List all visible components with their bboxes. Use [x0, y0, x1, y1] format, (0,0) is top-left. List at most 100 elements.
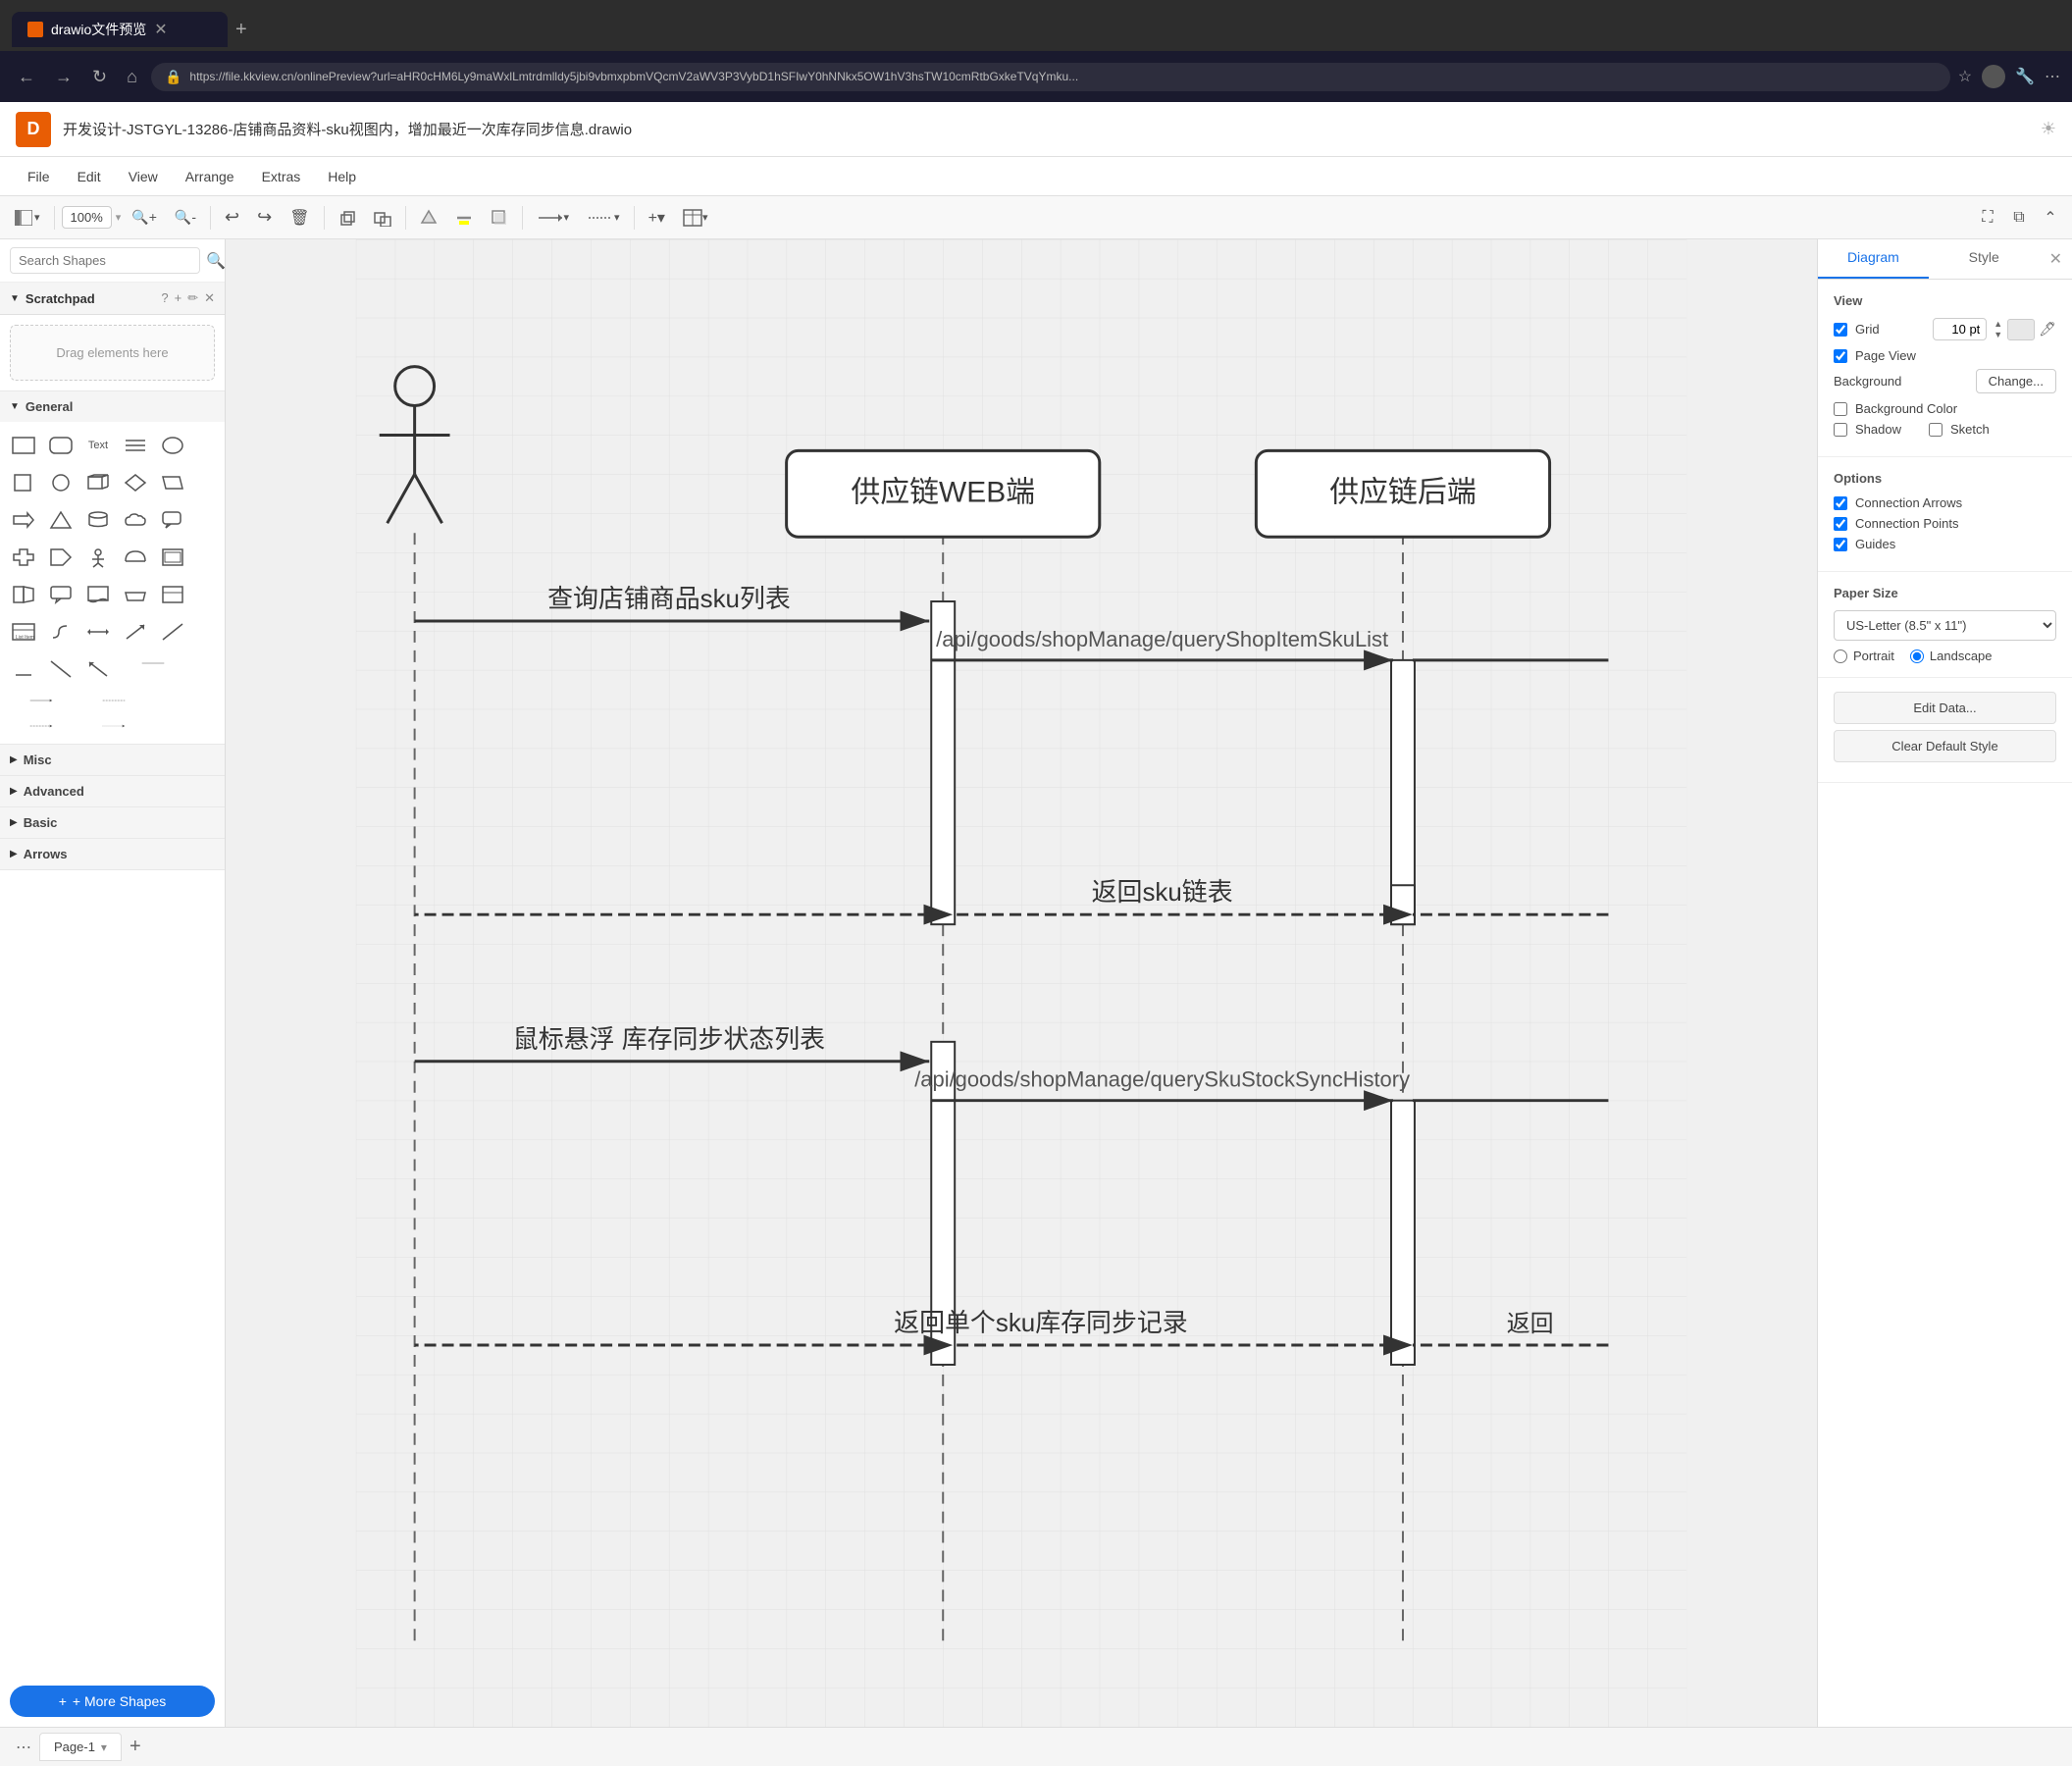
zoom-out-btn[interactable]: 🔍- [168, 204, 203, 231]
shape-lines[interactable] [118, 428, 153, 463]
advanced-header[interactable]: ▶ Advanced [0, 776, 225, 806]
shape-line-diag1[interactable] [155, 614, 190, 649]
scratchpad-close-icon[interactable]: ✕ [204, 290, 215, 306]
page-view-checkbox[interactable] [1834, 349, 1847, 363]
add-page-btn[interactable]: + [122, 1732, 149, 1762]
shape-frame[interactable] [155, 540, 190, 575]
shape-square[interactable] [6, 465, 41, 500]
page-more-btn[interactable]: ⋯ [8, 1734, 39, 1761]
paper-size-select[interactable]: US-Letter (8.5" x 11") [1834, 610, 2056, 641]
menu-help[interactable]: Help [316, 165, 368, 188]
edit-data-btn[interactable]: Edit Data... [1834, 692, 2056, 724]
delete-btn[interactable]: 🗑 [283, 203, 316, 233]
shape-line-diag2[interactable] [43, 651, 78, 687]
shape-square-notch[interactable] [43, 540, 78, 575]
shape-arrow-both[interactable] [80, 614, 116, 649]
shape-line-short[interactable] [6, 651, 41, 687]
misc-header[interactable]: ▶ Misc [0, 745, 225, 775]
shape-rectangle[interactable] [6, 428, 41, 463]
shape-cylinder[interactable] [80, 502, 116, 538]
profile-icon[interactable] [1982, 65, 2005, 88]
shape-conn-dot[interactable] [78, 714, 149, 738]
menu-edit[interactable]: Edit [66, 165, 113, 188]
basic-header[interactable]: ▶ Basic [0, 807, 225, 838]
menu-view[interactable]: View [117, 165, 170, 188]
bg-color-checkbox[interactable] [1834, 402, 1847, 416]
more-shapes-btn[interactable]: + + More Shapes [10, 1686, 215, 1717]
landscape-radio[interactable] [1910, 649, 1924, 663]
shape-conn-dash-arrow[interactable] [6, 714, 77, 738]
new-tab-btn[interactable]: + [235, 19, 247, 41]
menu-icon[interactable]: ⋯ [2045, 67, 2060, 86]
shape-conn-solid[interactable] [118, 651, 188, 675]
landscape-opt[interactable]: Landscape [1910, 649, 1993, 663]
shape-diamond[interactable] [118, 465, 153, 500]
grid-up-btn[interactable]: ▲ [1993, 319, 2003, 330]
arrows-header[interactable]: ▶ Arrows [0, 839, 225, 869]
star-icon[interactable]: ☆ [1958, 67, 1972, 86]
shape-list-item[interactable]: List Item [6, 614, 41, 649]
page-tab[interactable]: Page-1 ▾ [39, 1733, 122, 1761]
redo-btn[interactable]: ↪ [250, 202, 279, 233]
insert-btn[interactable]: +▾ [642, 203, 672, 233]
shape-arrow-up-left[interactable] [80, 651, 116, 687]
shape-right-arrow[interactable] [6, 502, 41, 538]
forward-btn[interactable]: → [49, 63, 78, 91]
shape-ellipse[interactable] [155, 428, 190, 463]
home-btn[interactable]: ⌂ [121, 63, 143, 91]
scratchpad-add-icon[interactable]: + [175, 290, 182, 306]
portrait-radio[interactable] [1834, 649, 1847, 663]
shape-triangle[interactable] [43, 502, 78, 538]
fullscreen-btn[interactable]: ⧉ [2005, 204, 2033, 232]
connection-arrows-checkbox[interactable] [1834, 496, 1847, 510]
refresh-btn[interactable]: ↻ [86, 63, 113, 91]
shape-box3d[interactable] [80, 465, 116, 500]
search-input[interactable] [10, 247, 200, 274]
shape-person[interactable] [80, 540, 116, 575]
shape-s-curve[interactable] [43, 614, 78, 649]
undo-btn[interactable]: ↩ [218, 202, 246, 233]
fill-btn[interactable] [413, 204, 444, 232]
connection-style-btn[interactable]: ▾ [530, 204, 577, 232]
to-back-btn[interactable] [367, 204, 398, 232]
guides-checkbox[interactable] [1834, 538, 1847, 551]
menu-file[interactable]: File [16, 165, 62, 188]
table-btn[interactable]: ▾ [676, 204, 715, 232]
shape-book[interactable] [6, 577, 41, 612]
active-tab[interactable]: drawio文件预览 ✕ [12, 12, 228, 47]
line-color-btn[interactable] [448, 204, 480, 232]
grid-checkbox[interactable] [1834, 323, 1847, 337]
scratchpad-edit-icon[interactable]: ✏ [187, 290, 198, 306]
general-header[interactable]: ▼ General [0, 391, 225, 422]
waypoint-btn[interactable]: ▾ [580, 204, 627, 232]
collapse-btn[interactable]: ⌃ [2037, 203, 2064, 233]
shape-text[interactable]: Text [80, 428, 116, 463]
shape-conn-arrow[interactable] [6, 689, 77, 712]
shape-cloud[interactable] [118, 502, 153, 538]
search-btn[interactable]: 🔍 [206, 251, 226, 271]
shape-trapezoid[interactable] [118, 577, 153, 612]
zoom-value[interactable]: 100% [62, 206, 112, 229]
tab-close-btn[interactable]: ✕ [154, 20, 167, 39]
shape-cross[interactable] [6, 540, 41, 575]
title-settings-icon[interactable]: ☀ [2041, 119, 2056, 139]
shape-speech[interactable] [155, 502, 190, 538]
shape-semicircle[interactable] [118, 540, 153, 575]
sidebar-toggle-btn[interactable]: ▾ [8, 205, 47, 231]
shape-circle[interactable] [43, 465, 78, 500]
tab-style[interactable]: Style [1929, 239, 2040, 279]
grid-down-btn[interactable]: ▼ [1993, 330, 2003, 340]
scratchpad-header[interactable]: ▼ Scratchpad ? + ✏ ✕ [0, 283, 225, 315]
shape-callout[interactable] [43, 577, 78, 612]
shape-corner[interactable] [155, 577, 190, 612]
connection-points-checkbox[interactable] [1834, 517, 1847, 531]
shadow-btn[interactable] [484, 204, 515, 232]
grid-color-swatch[interactable] [2007, 319, 2035, 340]
grid-value-input[interactable] [1933, 318, 1987, 340]
change-background-btn[interactable]: Change... [1976, 369, 2056, 393]
grid-color-picker-icon[interactable]: 🖊 [2039, 321, 2056, 338]
shape-arrow-up-right[interactable] [118, 614, 153, 649]
sidebar-close-btn[interactable]: ✕ [2040, 239, 2072, 279]
tab-diagram[interactable]: Diagram [1818, 239, 1929, 279]
fit-page-btn[interactable]: ⛶ [1974, 204, 2001, 232]
